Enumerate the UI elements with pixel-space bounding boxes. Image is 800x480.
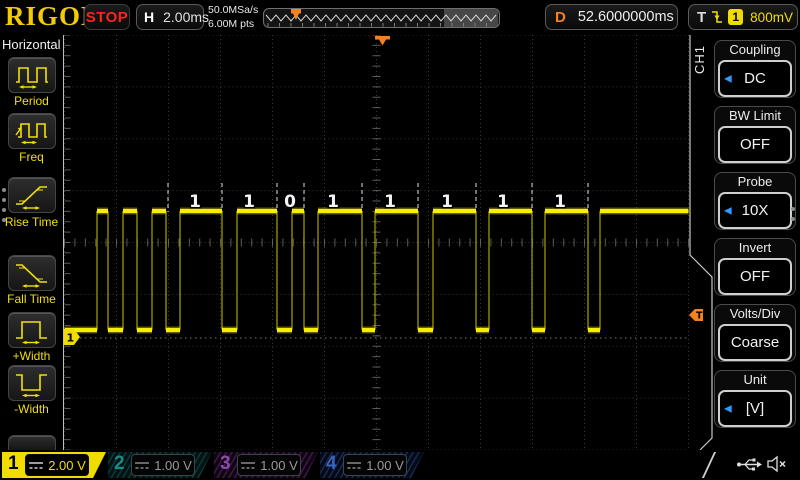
- freq-label: Freq: [19, 150, 44, 164]
- top-status-bar: RIGOL STOP H 2.00ms 50.0MSa/s 6.00M pts …: [0, 0, 800, 35]
- fall-time-button[interactable]: [8, 255, 56, 291]
- plus-width-label: +Width: [12, 349, 51, 363]
- invert-label: Invert: [738, 240, 772, 255]
- freq-button[interactable]: [8, 113, 56, 149]
- minus-width-label: -Width: [14, 402, 49, 416]
- run-state-label: STOP: [85, 8, 129, 26]
- period-label: Period: [14, 94, 49, 108]
- channel-2-scale: 1.00 V: [154, 457, 192, 473]
- rise-time-icon: [16, 186, 47, 210]
- menu-item-unit[interactable]: Unit ◀ [V]: [714, 370, 796, 428]
- fall-time-label: Fall Time: [7, 292, 56, 306]
- coupling-value: DC: [744, 70, 766, 87]
- dc-coupling-icon: [240, 461, 256, 470]
- fall-time-icon: [16, 264, 47, 288]
- channel-3-status[interactable]: 3 1.00 V: [214, 452, 318, 478]
- next-menu-item-partial[interactable]: [8, 435, 56, 450]
- ch1-settings-menu: Coupling ◀ DC BW Limit ◀ OFF Probe ◀ 10X…: [712, 35, 800, 450]
- coupling-label: Coupling: [729, 42, 781, 57]
- left-menu-title: Horizontal: [2, 37, 61, 52]
- svg-text:1: 1: [384, 192, 396, 212]
- status-bar-divider: [701, 452, 717, 478]
- menu-item-coupling[interactable]: Coupling ◀ DC: [714, 40, 796, 98]
- channel-3-number: 3: [220, 453, 231, 474]
- probe-value: 10X: [741, 202, 769, 219]
- rise-time-button[interactable]: [8, 177, 56, 213]
- minus-width-icon: [16, 374, 47, 398]
- svg-text:1: 1: [243, 192, 255, 212]
- svg-text:T: T: [696, 311, 703, 322]
- memory-waveform-icon: [265, 9, 498, 27]
- sample-rate: 50.0MSa/s: [208, 4, 259, 16]
- invert-value: OFF: [740, 268, 770, 285]
- left-arrow-icon: ◀: [724, 205, 732, 216]
- channel-4-number: 4: [326, 453, 337, 474]
- channel-1-scale: 2.00 V: [48, 457, 86, 473]
- channel-4-scale: 1.00 V: [366, 457, 404, 473]
- channel-1-number: 1: [8, 453, 19, 474]
- acquisition-info: 50.0MSa/s 6.00M pts: [208, 3, 258, 31]
- memory-position-bar[interactable]: [263, 8, 500, 28]
- trigger-source-badge: 1: [728, 9, 744, 25]
- menu-item-bw-limit[interactable]: BW Limit ◀ OFF: [714, 106, 796, 164]
- channel-menu-tab: CH1: [692, 45, 707, 75]
- trigger-level-value: 800mV: [750, 9, 793, 25]
- svg-text:1: 1: [554, 192, 566, 212]
- speaker-muted-icon: [767, 455, 786, 473]
- waveform-display: 1 1 0 1 1 1 1 1 1: [64, 34, 689, 451]
- delay-box[interactable]: D 52.6000000ms: [545, 4, 678, 30]
- svg-text:1: 1: [497, 192, 509, 212]
- timebase-value: 2.00ms: [163, 9, 210, 25]
- menu-item-probe[interactable]: Probe ◀ 10X: [714, 172, 796, 230]
- trigger-box[interactable]: T 1 800mV: [688, 4, 798, 30]
- usb-icon: [737, 458, 762, 471]
- bw-limit-value: OFF: [740, 136, 770, 153]
- channel-4-status[interactable]: 4 1.00 V: [320, 452, 424, 478]
- dc-coupling-icon: [134, 461, 150, 470]
- channel-3-scale: 1.00 V: [260, 457, 298, 473]
- left-arrow-icon: ◀: [724, 73, 732, 84]
- delay-label: D: [555, 8, 566, 26]
- period-icon: [16, 67, 48, 89]
- horizontal-label: H: [144, 9, 155, 25]
- dc-coupling-icon: [28, 461, 44, 470]
- menu-tab-outline: [689, 35, 713, 450]
- memory-depth: 6.00M pts: [208, 18, 255, 30]
- plus-width-icon: [16, 321, 47, 345]
- minus-width-button[interactable]: [8, 365, 56, 401]
- svg-text:1: 1: [67, 332, 75, 345]
- channel-1-status[interactable]: 1 2.00 V: [2, 452, 106, 478]
- horizontal-measure-menu: Horizontal Period Freq Rise Time Fall Ti…: [0, 35, 64, 450]
- trigger-level-marker[interactable]: T: [688, 306, 704, 324]
- probe-label: Probe: [737, 174, 773, 189]
- channel-2-status[interactable]: 2 1.00 V: [108, 452, 212, 478]
- freq-icon: [15, 123, 47, 145]
- menu-item-volts-div[interactable]: Volts/Div ◀ Coarse: [714, 304, 796, 362]
- dc-coupling-icon: [346, 461, 362, 470]
- channel-2-number: 2: [114, 453, 125, 474]
- left-arrow-icon: ◀: [724, 403, 732, 414]
- svg-text:1: 1: [441, 192, 453, 212]
- falling-edge-icon: [712, 11, 723, 23]
- run-state-button[interactable]: STOP: [84, 4, 130, 30]
- volts-div-label: Volts/Div: [729, 306, 781, 321]
- volts-div-value: Coarse: [730, 334, 780, 351]
- svg-text:1: 1: [189, 192, 201, 212]
- plus-width-button[interactable]: [8, 312, 56, 348]
- period-button[interactable]: [8, 57, 56, 93]
- graticule-grid: [64, 34, 689, 451]
- rise-time-label: Rise Time: [4, 215, 59, 229]
- channel-status-bar: 1 2.00 V 2 1.00 V 3 1.00 V 4 1.00 V: [0, 450, 800, 480]
- unit-value: [V]: [745, 400, 765, 417]
- menu-item-invert[interactable]: Invert ◀ OFF: [714, 238, 796, 296]
- svg-text:1: 1: [327, 192, 339, 212]
- trigger-label: T: [697, 8, 707, 26]
- delay-value: 52.6000000ms: [577, 9, 674, 25]
- horizontal-timebase-box[interactable]: H 2.00ms: [136, 4, 209, 30]
- oscilloscope-screen: { "top_bar": { "logo": "RIGOL", "run_sta…: [0, 0, 800, 480]
- unit-label: Unit: [743, 372, 767, 387]
- bw-limit-label: BW Limit: [729, 108, 781, 123]
- ch1-trace: [64, 207, 689, 339]
- svg-text:0: 0: [284, 192, 296, 212]
